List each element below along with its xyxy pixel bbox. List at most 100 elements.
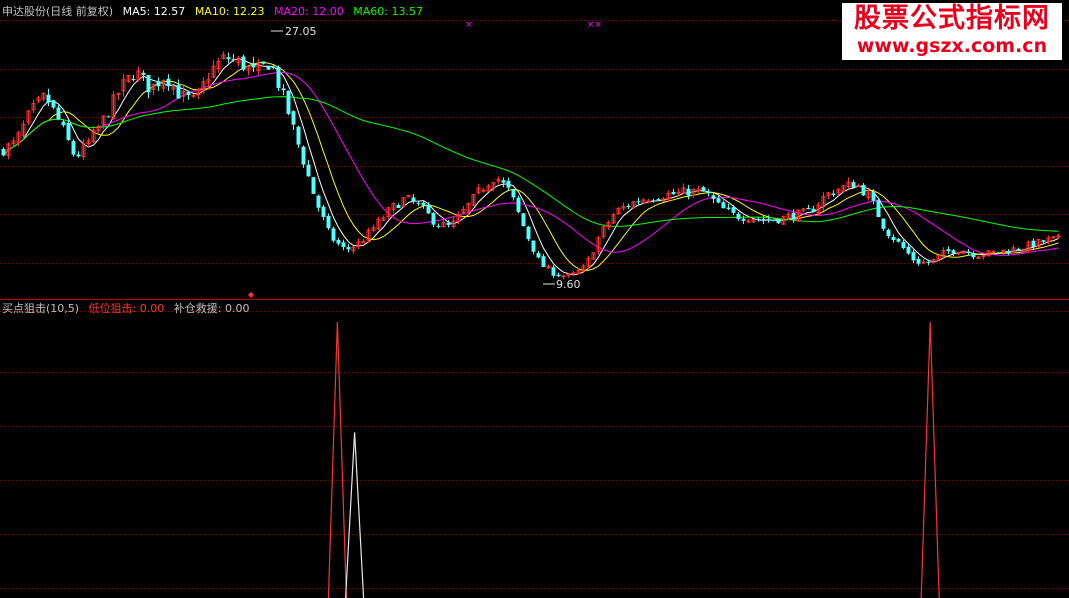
candle[interactable] <box>921 259 926 264</box>
candle[interactable] <box>546 264 551 270</box>
candle[interactable] <box>776 218 781 225</box>
candle[interactable] <box>531 240 536 255</box>
candle[interactable] <box>351 246 356 254</box>
candle[interactable] <box>156 77 161 91</box>
candle[interactable] <box>901 240 906 250</box>
candle[interactable] <box>681 183 686 194</box>
candlesticks[interactable] <box>1 51 1061 280</box>
candle[interactable] <box>371 224 376 233</box>
candle[interactable] <box>176 79 181 99</box>
candle[interactable] <box>76 151 81 158</box>
candle[interactable] <box>1011 244 1016 254</box>
candle[interactable] <box>956 252 961 256</box>
candle[interactable] <box>586 255 591 269</box>
candle[interactable] <box>336 237 341 246</box>
candle[interactable] <box>651 198 656 203</box>
candle[interactable] <box>6 142 11 160</box>
candle[interactable] <box>771 219 776 222</box>
candle[interactable] <box>281 84 286 96</box>
candle[interactable] <box>541 253 546 267</box>
candle[interactable] <box>856 183 861 188</box>
candle[interactable] <box>671 188 676 195</box>
candle[interactable] <box>141 70 146 81</box>
candle[interactable] <box>691 188 696 198</box>
candle[interactable] <box>331 226 336 243</box>
candle[interactable] <box>626 203 631 210</box>
candle[interactable] <box>426 202 431 214</box>
candle[interactable] <box>236 55 241 67</box>
candle[interactable] <box>491 182 496 192</box>
candle[interactable] <box>841 184 846 193</box>
candle[interactable] <box>376 216 381 231</box>
candle[interactable] <box>31 99 36 114</box>
candle[interactable] <box>451 217 456 229</box>
candle[interactable] <box>356 238 361 250</box>
candle[interactable] <box>411 194 416 204</box>
candle[interactable] <box>796 209 801 222</box>
candle[interactable] <box>36 95 41 103</box>
candle[interactable] <box>981 254 986 260</box>
candle[interactable] <box>821 192 826 211</box>
candle[interactable] <box>1051 236 1056 239</box>
candle[interactable] <box>826 192 831 200</box>
candle[interactable] <box>291 110 296 130</box>
candle[interactable] <box>861 182 866 196</box>
candle[interactable] <box>256 59 261 75</box>
candle[interactable] <box>241 54 246 72</box>
candle[interactable] <box>126 75 131 83</box>
candle[interactable] <box>916 256 921 266</box>
candle[interactable] <box>811 205 816 213</box>
candle[interactable] <box>1 147 6 157</box>
candle[interactable] <box>26 110 31 126</box>
candle[interactable] <box>111 91 116 120</box>
candle[interactable] <box>321 205 326 221</box>
candle[interactable] <box>181 85 186 103</box>
candle[interactable] <box>21 120 26 139</box>
candle[interactable] <box>746 218 751 224</box>
candle[interactable] <box>876 198 881 218</box>
candle[interactable] <box>246 65 251 76</box>
kline-chart[interactable]: 27.05 9.60 × ×× ◆ <box>0 0 1069 598</box>
candle[interactable] <box>781 215 786 225</box>
candle[interactable] <box>136 66 141 82</box>
candle[interactable] <box>996 252 1001 254</box>
candle[interactable] <box>131 74 136 82</box>
candle[interactable] <box>231 53 236 62</box>
candle[interactable] <box>66 120 71 141</box>
candle[interactable] <box>806 204 811 210</box>
candle[interactable] <box>461 206 466 214</box>
candle[interactable] <box>721 200 726 209</box>
candle[interactable] <box>666 190 671 202</box>
candle[interactable] <box>226 52 231 63</box>
candle[interactable] <box>306 159 311 177</box>
candle[interactable] <box>526 225 531 242</box>
candle[interactable] <box>496 176 501 184</box>
candle[interactable] <box>616 207 621 215</box>
candle[interactable] <box>121 73 126 97</box>
candle[interactable] <box>1046 235 1051 245</box>
candle[interactable] <box>726 203 731 211</box>
candle[interactable] <box>506 177 511 191</box>
candle[interactable] <box>611 212 616 225</box>
candle[interactable] <box>991 249 996 253</box>
candle[interactable] <box>406 194 411 198</box>
candle[interactable] <box>481 188 486 193</box>
candle[interactable] <box>536 250 541 259</box>
candle[interactable] <box>941 247 946 259</box>
candle[interactable] <box>801 207 806 213</box>
candle[interactable] <box>631 200 636 209</box>
candle[interactable] <box>261 61 266 65</box>
candle[interactable] <box>511 188 516 201</box>
candle[interactable] <box>116 92 121 101</box>
candle[interactable] <box>831 190 836 197</box>
candle[interactable] <box>401 196 406 208</box>
candle[interactable] <box>286 90 291 116</box>
candle[interactable] <box>311 177 316 194</box>
candle[interactable] <box>556 272 561 278</box>
candle[interactable] <box>396 203 401 209</box>
candle[interactable] <box>521 213 526 227</box>
candle[interactable] <box>711 192 716 204</box>
candle[interactable] <box>591 252 596 260</box>
candle[interactable] <box>161 79 166 92</box>
candle[interactable] <box>551 265 556 278</box>
